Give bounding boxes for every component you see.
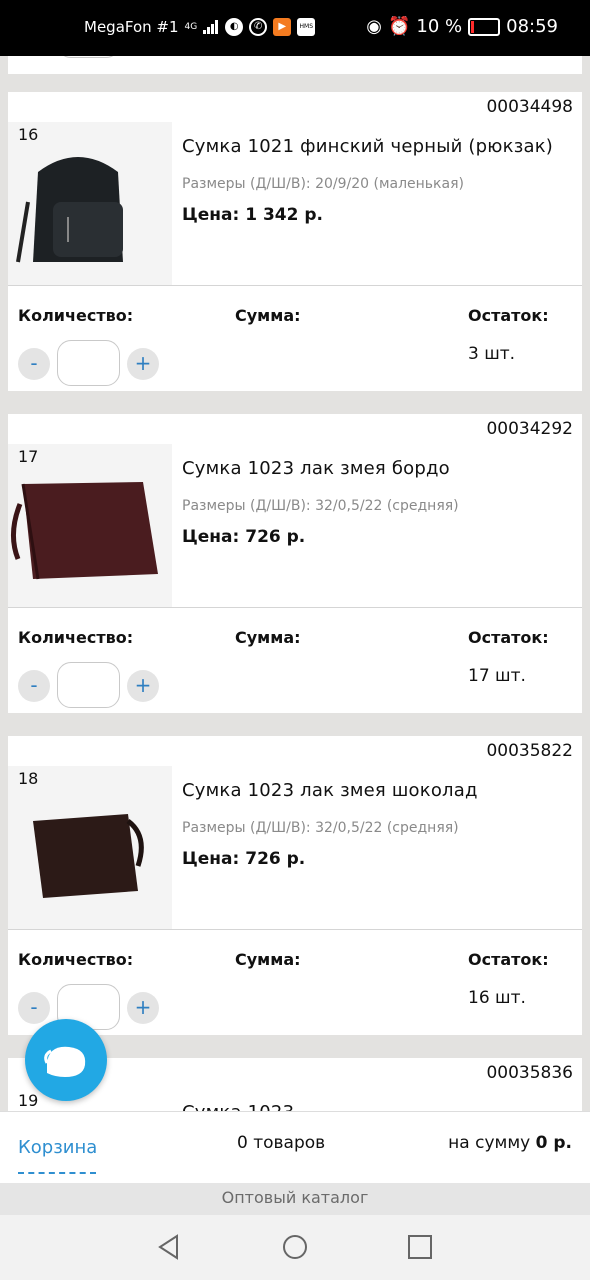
sum-label: Сумма: xyxy=(235,628,301,647)
product-index: 16 xyxy=(18,125,39,144)
product-sku: 00034292 xyxy=(486,419,573,439)
eye-icon: ◉ xyxy=(366,16,382,37)
product-price: Цена: 1 342 р. xyxy=(182,205,324,225)
product-price: Цена: 726 р. xyxy=(182,527,306,547)
stock-label: Остаток: xyxy=(468,950,549,969)
plus-button[interactable]: + xyxy=(127,992,159,1024)
clutch-chocolate-photo[interactable] xyxy=(8,766,172,929)
cart-link[interactable]: Корзина xyxy=(18,1137,97,1158)
battery-percent: 10 % xyxy=(416,16,463,37)
chat-button[interactable] xyxy=(25,1019,107,1101)
quantity-label: Количество: xyxy=(18,628,134,647)
clutch-bordo-photo[interactable] xyxy=(8,444,172,607)
product-sku: 00035836 xyxy=(486,1063,573,1083)
viber-icon: ✆ xyxy=(249,18,268,36)
cart-bar: Корзина 0 товаров на сумму 0 р. xyxy=(0,1111,590,1184)
product-price: Цена: 726 р. xyxy=(182,849,306,869)
sum-label: Сумма: xyxy=(235,950,301,969)
quantity-input[interactable] xyxy=(57,56,120,58)
quantity-label: Количество: xyxy=(18,950,134,969)
product-sizes: Размеры (Д/Ш/В): 20/9/20 (маленькая) xyxy=(182,176,464,192)
cart-link-underline xyxy=(18,1172,96,1174)
play-app-icon: ▶ xyxy=(273,18,292,36)
status-bar: MegaFon #1 4G ◐ ✆ ▶ HMS ◉ ⏰ 10 % 08:59 xyxy=(0,0,590,56)
stock-label: Остаток: xyxy=(468,306,549,325)
product-card: 00034292 17 Сумка 1023 лак змея бордо Ра… xyxy=(8,414,582,713)
product-sku: 00035822 xyxy=(486,741,573,761)
alarm-icon: ⏰ xyxy=(387,16,411,37)
minus-button[interactable]: - xyxy=(18,348,50,380)
cart-total-prefix: на сумму xyxy=(448,1133,531,1153)
status-left: MegaFon #1 4G ◐ ✆ ▶ HMS xyxy=(84,18,316,36)
product-index: 18 xyxy=(18,769,39,788)
product-header: 00034292 17 Сумка 1023 лак змея бордо Ра… xyxy=(8,414,582,608)
order-row: Количество: Сумма: Остаток: - + 17 шт. xyxy=(8,608,582,713)
network-type: 4G xyxy=(184,22,198,32)
back-icon[interactable] xyxy=(155,1233,183,1265)
signal-icon xyxy=(203,20,219,34)
product-sizes: Размеры (Д/Ш/В): 32/0,5/22 (средняя) xyxy=(182,498,459,514)
stock-value: 3 шт. xyxy=(468,344,516,364)
system-nav-bar xyxy=(0,1215,590,1280)
stock-value: 16 шт. xyxy=(468,988,526,1008)
product-sku: 00034498 xyxy=(486,97,573,117)
product-name[interactable]: Сумка 1023 xyxy=(182,1102,294,1111)
product-name[interactable]: Сумка 1023 лак змея шоколад xyxy=(182,780,478,801)
stock-value: 17 шт. xyxy=(468,666,526,686)
cart-total-value: 0 р. xyxy=(535,1133,572,1153)
plus-button[interactable]: + xyxy=(127,670,159,702)
sum-label: Сумма: xyxy=(235,306,301,325)
battery-icon xyxy=(468,17,501,36)
chat-bubble-icon xyxy=(44,1046,86,1077)
product-card: + xyxy=(8,56,582,74)
product-header: 00035822 18 Сумка 1023 лак змея шоколад … xyxy=(8,736,582,930)
hms-icon: HMS xyxy=(297,18,316,36)
product-sizes: Размеры (Д/Ш/В): 32/0,5/22 (средняя) xyxy=(182,820,459,836)
bank-app-icon: ◐ xyxy=(225,18,244,36)
product-name[interactable]: Сумка 1023 лак змея бордо xyxy=(182,458,450,479)
carrier-name: MegaFon #1 xyxy=(84,18,179,36)
quantity-input[interactable] xyxy=(57,340,120,386)
catalog-footer: Оптовый каталог xyxy=(0,1183,590,1215)
quantity-label: Количество: xyxy=(18,306,134,325)
product-card: 00035822 18 Сумка 1023 лак змея шоколад … xyxy=(8,736,582,1035)
cart-total: на сумму 0 р. xyxy=(448,1133,572,1153)
home-icon[interactable] xyxy=(281,1233,309,1265)
plus-button[interactable]: + xyxy=(127,348,159,380)
product-index: 17 xyxy=(18,447,39,466)
product-list[interactable]: + 00034498 16 Сумка 1021 финский черный … xyxy=(0,56,590,1111)
backpack-photo[interactable] xyxy=(8,122,172,285)
product-card: 00034498 16 Сумка 1021 финский черный (р… xyxy=(8,92,582,391)
product-header: 00034498 16 Сумка 1021 финский черный (р… xyxy=(8,92,582,286)
minus-button[interactable]: - xyxy=(18,670,50,702)
stock-label: Остаток: xyxy=(468,628,549,647)
recents-icon[interactable] xyxy=(406,1233,434,1265)
clock: 08:59 xyxy=(506,16,558,37)
product-name[interactable]: Сумка 1021 финский черный (рюкзак) xyxy=(182,136,553,157)
cart-item-count: 0 товаров xyxy=(237,1133,326,1153)
catalog-title: Оптовый каталог xyxy=(221,1188,369,1207)
status-right: ◉ ⏰ 10 % 08:59 xyxy=(366,16,558,37)
quantity-input[interactable] xyxy=(57,662,120,708)
order-row: Количество: Сумма: Остаток: - + 3 шт. xyxy=(8,286,582,391)
